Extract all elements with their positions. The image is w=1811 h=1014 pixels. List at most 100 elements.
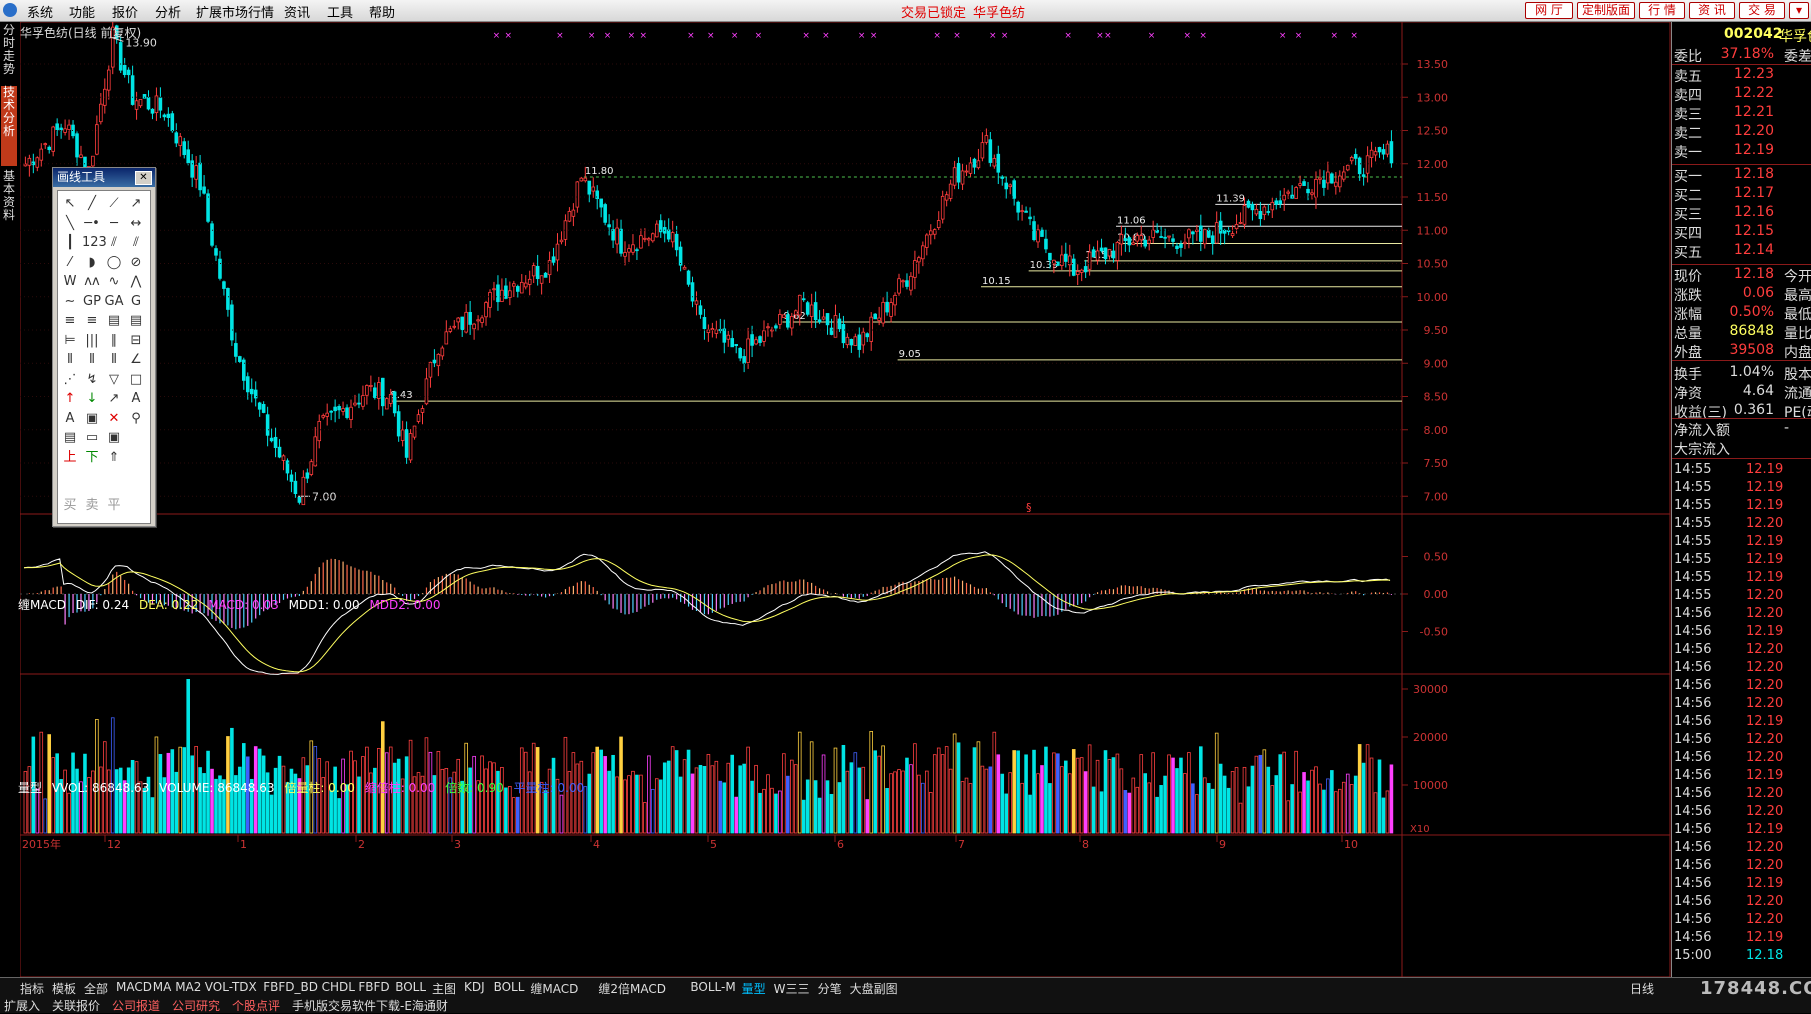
drawing-tool-23[interactable]: GA: [104, 292, 124, 312]
drawing-tool-25[interactable]: ≡: [60, 311, 80, 331]
toolbox-header[interactable]: 画线工具 ✕: [53, 168, 155, 187]
chart-area[interactable]: 11.8011.3911.0610.8010.5410.3910.159.629…: [20, 22, 1671, 977]
indicator-tab[interactable]: BOLL-M: [690, 980, 735, 994]
drawing-tool-51[interactable]: ▣: [104, 428, 124, 448]
drawing-tool-10[interactable]: 123: [82, 233, 107, 253]
drawing-tool-26[interactable]: ≡: [82, 311, 102, 331]
drawing-tool-42[interactable]: ↓: [82, 389, 102, 409]
drawing-tool-24[interactable]: G: [126, 292, 146, 312]
indicator-tab[interactable]: 缠2倍MACD: [598, 980, 666, 997]
drawing-tool-31[interactable]: ∥: [104, 331, 124, 351]
indicator-tab[interactable]: BOLL: [395, 980, 426, 994]
status-link[interactable]: 扩展入: [4, 997, 40, 1014]
drawing-tool-15[interactable]: ◯: [104, 253, 124, 273]
drawing-tool-12[interactable]: ⫽: [126, 233, 146, 253]
menu-analysis[interactable]: 分析: [155, 2, 181, 21]
drawing-tool-2[interactable]: ╱: [82, 194, 102, 214]
indicator-tab[interactable]: 模板: [52, 980, 76, 997]
drawing-tool-28[interactable]: ▤: [126, 311, 146, 331]
menu-function[interactable]: 功能: [69, 2, 95, 21]
drawing-tool-38[interactable]: ↯: [82, 370, 102, 390]
drawing-tool-4[interactable]: ↗: [126, 194, 146, 214]
indicator-tab[interactable]: 全部: [84, 980, 108, 997]
market-button[interactable]: 行 情: [1639, 2, 1685, 19]
toolbox-close-button[interactable]: ✕: [135, 171, 152, 185]
drawing-tool-16[interactable]: ⊘: [126, 253, 146, 273]
drawing-tool-18[interactable]: ʌʌ: [82, 272, 102, 292]
drawing-tool-6[interactable]: ─•: [82, 214, 102, 234]
drawing-tool-53[interactable]: 上: [60, 448, 80, 468]
menu-system[interactable]: 系统: [27, 2, 53, 21]
status-link[interactable]: 公司报道: [112, 997, 160, 1014]
toolbox-buy-button[interactable]: 买: [60, 496, 80, 516]
drawing-tool-13[interactable]: ⁄: [60, 253, 80, 273]
drawing-tool-49[interactable]: ▤: [60, 428, 80, 448]
drawing-tool-14[interactable]: ◗: [82, 253, 102, 273]
drawing-tool-27[interactable]: ▤: [104, 311, 124, 331]
indicator-tab[interactable]: CHDL: [322, 980, 355, 994]
drawing-tool-7[interactable]: ─: [104, 214, 124, 234]
menu-extended-market[interactable]: 扩展市场行情: [196, 2, 274, 21]
period-label[interactable]: 日线: [1630, 980, 1654, 997]
drawing-tool-41[interactable]: ↑: [60, 389, 80, 409]
menu-news[interactable]: 资讯: [284, 2, 310, 21]
drawing-tool-37[interactable]: ⋰: [60, 370, 80, 390]
status-link[interactable]: 关联报价: [52, 997, 100, 1014]
drawing-tool-55[interactable]: ⇑: [104, 448, 124, 468]
drawing-tool-5[interactable]: ╲: [60, 214, 80, 234]
drawing-tool-47[interactable]: ✕: [104, 409, 124, 429]
indicator-tab[interactable]: 量型: [742, 980, 766, 997]
indicator-tab[interactable]: W三三: [774, 980, 810, 997]
indicator-tab[interactable]: MACD: [116, 980, 152, 994]
nav-fundamentals[interactable]: 基本资料: [1, 170, 17, 230]
drawing-tool-36[interactable]: ∠: [126, 350, 146, 370]
toolbox-flat-button[interactable]: 平: [104, 496, 124, 516]
drawing-tool-50[interactable]: ▭: [82, 428, 102, 448]
indicator-tab[interactable]: 指标: [20, 980, 44, 997]
drawing-tool-17[interactable]: W: [60, 272, 80, 292]
drawing-tool-11[interactable]: ⫽: [104, 233, 124, 253]
trade-button[interactable]: 交 易: [1739, 2, 1785, 19]
drawing-tool-30[interactable]: |||: [82, 331, 102, 351]
indicator-tab[interactable]: 大盘副图: [850, 980, 898, 997]
drawing-tool-39[interactable]: ▽: [104, 370, 124, 390]
drawing-tool-46[interactable]: ▣: [82, 409, 102, 429]
drawing-tool-21[interactable]: ∼: [60, 292, 80, 312]
indicator-tab[interactable]: BOLL: [494, 980, 525, 994]
indicator-tab[interactable]: 缠MACD: [530, 980, 578, 997]
drawing-tool-33[interactable]: ⦀: [60, 350, 80, 370]
drawing-tool-8[interactable]: ↔: [126, 214, 146, 234]
indicator-tab[interactable]: FBFD: [358, 980, 389, 994]
indicator-tab[interactable]: 主图: [432, 980, 456, 997]
indicator-tab[interactable]: MA2: [175, 980, 201, 994]
drawing-tool-1[interactable]: ↖: [60, 194, 80, 214]
menu-quote[interactable]: 报价: [112, 2, 138, 21]
drawing-tool-35[interactable]: ⦀: [104, 350, 124, 370]
indicator-tab[interactable]: FBFD_BD: [263, 980, 318, 994]
drawing-tool-54[interactable]: 下: [82, 448, 102, 468]
drawing-tool-40[interactable]: □: [126, 370, 146, 390]
drawing-toolbox[interactable]: 画线工具 ✕ ↖ ╱ ⟋ ↗ ╲ ─• ─ ↔ ┃ 123 ⫽ ⫽ ⁄ ◗ ◯ ⊘ Wʌʌ ∿ ⋀ ∼ GP GA G ≡ ≡ ▤ ▤…: [52, 167, 156, 527]
menu-tools[interactable]: 工具: [327, 2, 353, 21]
custom-layout-button[interactable]: 定制版面: [1577, 2, 1635, 19]
drawing-tool-3[interactable]: ⟋: [104, 194, 124, 214]
drawing-tool-44[interactable]: A: [126, 389, 146, 409]
drawing-tool-34[interactable]: ⦀: [82, 350, 102, 370]
indicator-tab[interactable]: 分笔: [818, 980, 842, 997]
drawing-tool-43[interactable]: ↗: [104, 389, 124, 409]
nav-intraday[interactable]: 分时走势: [1, 24, 17, 84]
nav-technical[interactable]: 技术分析: [1, 86, 17, 166]
indicator-tab[interactable]: KDJ: [464, 980, 485, 994]
indicator-tab[interactable]: VOL-TDX: [205, 980, 257, 994]
status-link[interactable]: 个股点评: [232, 997, 280, 1014]
drawing-tool-45[interactable]: A: [60, 409, 80, 429]
status-link[interactable]: 公司研究: [172, 997, 220, 1014]
toolbox-sell-button[interactable]: 卖: [82, 496, 102, 516]
window-menu-button[interactable]: ▾: [1789, 2, 1809, 19]
news-button[interactable]: 资 讯: [1689, 2, 1735, 19]
indicator-tab[interactable]: MA: [153, 980, 172, 994]
drawing-tool-48[interactable]: ⚲: [126, 409, 146, 429]
menu-help[interactable]: 帮助: [369, 2, 395, 21]
drawing-tool-19[interactable]: ∿: [104, 272, 124, 292]
drawing-tool-20[interactable]: ⋀: [126, 272, 146, 292]
